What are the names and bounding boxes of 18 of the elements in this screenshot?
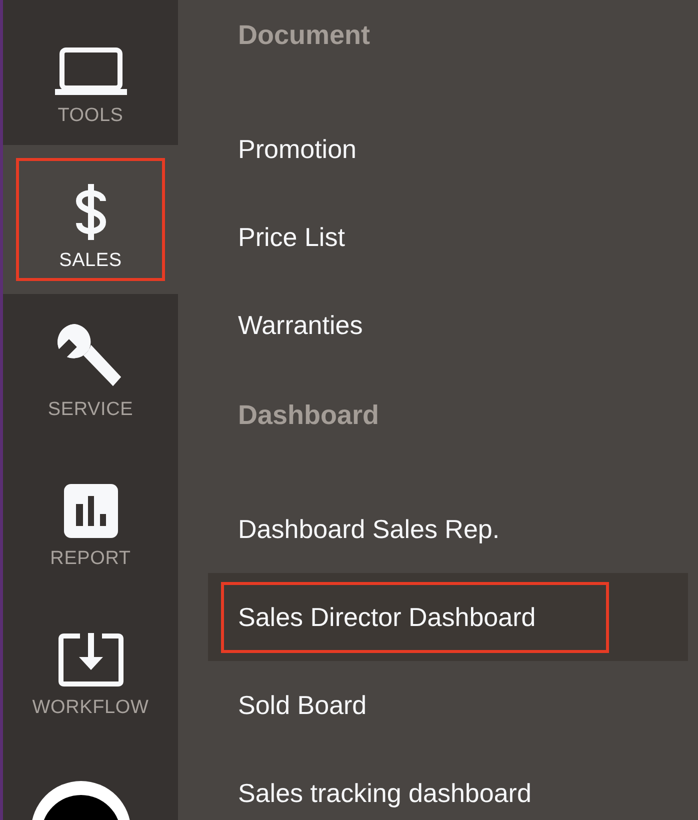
- nav-item[interactable]: WORKFLOW: [3, 592, 178, 741]
- menu-item[interactable]: Promotion: [221, 114, 430, 184]
- nav-item[interactable]: SERVICE: [3, 294, 178, 443]
- menu-item[interactable]: Dashboard Sales Rep.: [221, 494, 573, 564]
- chart-icon: [64, 484, 118, 538]
- menu-item[interactable]: Sales tracking dashboard: [221, 758, 604, 820]
- laptop-icon: [54, 47, 126, 95]
- dollar-icon: [74, 184, 108, 240]
- menu-item[interactable]: Sold Board: [221, 670, 440, 740]
- section-heading: Dashboard: [237, 398, 380, 432]
- nav-item[interactable]: REPORT: [3, 443, 178, 592]
- nav-item[interactable]: TOOLS: [3, 0, 178, 145]
- menu-item[interactable]: Warranties: [221, 290, 436, 360]
- download-icon: [58, 633, 124, 687]
- menu-item[interactable]: Sales Director Dashboard: [221, 582, 609, 652]
- section-heading: Document: [237, 18, 372, 52]
- nav-item[interactable]: SALES: [3, 145, 178, 294]
- menu-item[interactable]: Price List: [221, 202, 418, 272]
